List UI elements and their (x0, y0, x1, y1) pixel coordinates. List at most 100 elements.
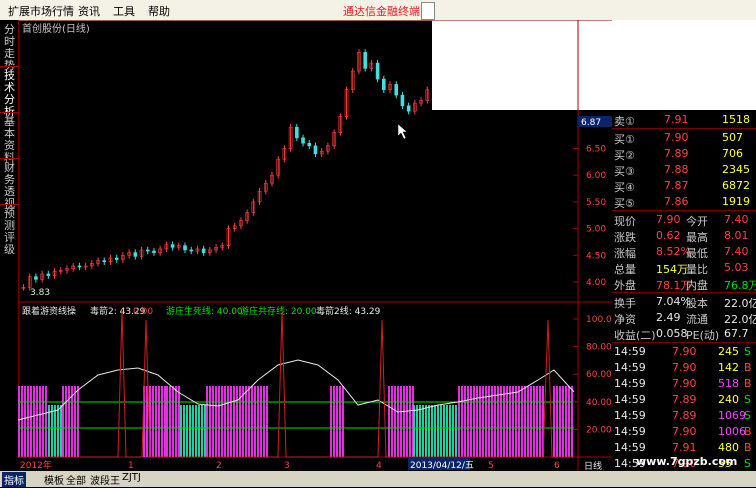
sidebar-tab-finance[interactable]: 财务透视 (4, 162, 16, 210)
indicator-value: 0.00 (133, 307, 153, 317)
menu-extended-market[interactable]: 扩展市场行情 (8, 3, 74, 19)
mouse-cursor-icon (397, 123, 408, 140)
indicator-bar (388, 386, 390, 457)
indicator-bar (336, 386, 338, 457)
time-axis: 2012年 1 2 3 4 5 6 (20, 459, 560, 471)
candle-body (170, 244, 175, 248)
quote-cell: S (744, 393, 751, 406)
quote-cell: 154万 (656, 263, 688, 276)
stat-row[interactable]: 总量 154万 量比 5.03 (612, 260, 756, 276)
tab-indicator[interactable]: 指标 (2, 472, 26, 487)
indicator-bar (416, 405, 418, 457)
indicator-bar (342, 386, 344, 457)
stat-row[interactable]: 涨幅 8.52% 最低 7.40 (612, 244, 756, 260)
indicator-bar (562, 386, 564, 457)
buy-row[interactable]: 买⑤ 7.86 1919 (612, 194, 756, 210)
sidebar-tab-rating[interactable]: 预测评级 (4, 208, 16, 256)
chart-area[interactable]: 首创股份(日线) 3.83 6.50 6.00 5.50 5.00 4.50 4.00 6… (18, 20, 612, 471)
stat-row[interactable]: 外盘 78.1万 内盘 76.8万 (612, 276, 756, 292)
promo-link[interactable]: 通达信金融终端 (343, 3, 420, 19)
window-icon[interactable] (421, 2, 435, 20)
indicator-bar (195, 405, 197, 457)
menu-tools[interactable]: 工具 (113, 3, 135, 19)
quote-cell: 最高 (686, 231, 708, 244)
indicator-bar (218, 386, 220, 457)
tick-row[interactable]: 14:59 7.91 480 B (612, 440, 756, 456)
tick-row[interactable]: 14:59 7.89 1069 S (612, 408, 756, 424)
buy-row[interactable]: 买④ 7.87 6872 (612, 178, 756, 194)
indicator-bar (24, 386, 26, 457)
candle-body (46, 273, 51, 276)
tab-template[interactable]: 模板 (42, 472, 66, 487)
time-label: 4 (376, 461, 382, 471)
quote-cell: 涨幅 (614, 247, 636, 260)
buy-row[interactable]: 买① 7.90 507 (612, 130, 756, 146)
indicator-bar (230, 386, 232, 457)
extra-row[interactable]: 换手 7.04% 股本 22.0亿 (612, 294, 756, 310)
sidebar-tab-intraday[interactable]: 分时走势 (4, 24, 16, 72)
indicator-bar (18, 386, 20, 457)
indicator-bar (512, 386, 514, 457)
quote-cell: 1518 (722, 113, 750, 126)
quote-cell: 卖① (614, 115, 635, 128)
tick-row[interactable]: 14:59 7.90 245 S (612, 344, 756, 360)
buy-row[interactable]: 买③ 7.88 2345 (612, 162, 756, 178)
tab-zjtj[interactable]: ZJTJ (120, 472, 143, 483)
quote-cell: 现价 (614, 215, 636, 228)
tick-row[interactable]: 14:59 7.90 142 B (612, 360, 756, 376)
quote-cell: 76.8万 (724, 279, 756, 292)
tab-all[interactable]: 全部 (64, 472, 88, 487)
indicator-value: 毒箭2线: 43.29 (316, 305, 381, 317)
indicator-bar (443, 405, 445, 457)
sell-row[interactable]: 卖① 7.91 1518 (612, 112, 756, 128)
sidebar-divider (0, 204, 18, 205)
tab-band-king[interactable]: 波段王 (88, 472, 122, 487)
price-tick-label: 5.50 (586, 198, 606, 208)
period-label[interactable]: 日线 (584, 460, 602, 471)
quote-cell: 7.90 (672, 425, 697, 438)
tick-row[interactable]: 14:59 7.89 240 S (612, 392, 756, 408)
indicator-bar (559, 386, 561, 457)
quote-cell: 7.90 (664, 131, 689, 144)
time-label: 6 (554, 461, 560, 471)
indicator-bar (422, 405, 424, 457)
quote-cell: 2345 (722, 163, 750, 176)
quote-cell: 0.058 (656, 327, 688, 340)
quote-cell: 14:59 (614, 425, 646, 438)
quote-cell: 7.90 (672, 361, 697, 374)
sidebar-tab-fundamentals[interactable]: 基本资料 (4, 116, 16, 164)
indicator-bar (452, 405, 454, 457)
tick-row[interactable]: 14:59 7.90 518 B (612, 376, 756, 392)
indicator-bar (212, 386, 214, 457)
menu-news[interactable]: 资讯 (78, 3, 100, 19)
indicator-bar (242, 386, 244, 457)
indicator-bar (33, 386, 35, 457)
indicator-bar (536, 386, 538, 457)
stat-row[interactable]: 现价 7.90 今开 7.40 (612, 212, 756, 228)
sidebar-tab-technical[interactable]: 技术分析 (4, 70, 16, 118)
quote-cell: 外盘 (614, 279, 636, 292)
quote-cell: 67.7 (724, 327, 749, 340)
menu-help[interactable]: 帮助 (148, 3, 170, 19)
indicator-bar (260, 386, 262, 457)
indicator-bar (39, 386, 41, 457)
quote-cell: 240 (718, 393, 739, 406)
indicator-tick-label: 60.00 (586, 370, 612, 380)
extra-row[interactable]: 净资 2.49 流通 22.0亿 (612, 310, 756, 326)
indicator-bar (530, 386, 532, 457)
extra-row[interactable]: 收益(二) 0.058 PE(动) 67.7 (612, 326, 756, 342)
indicator-bar (27, 386, 29, 457)
quote-cell: 7.86 (664, 195, 689, 208)
quote-cell: 14:59 (614, 409, 646, 422)
indicator-bar (77, 386, 79, 457)
tick-row[interactable]: 14:59 7.90 1006 B (612, 424, 756, 440)
quote-cell: 142 (718, 361, 739, 374)
indicator-name: 跟着游资线操 (22, 305, 76, 317)
quote-cell: 14:59 (614, 345, 646, 358)
quote-cell: 买② (614, 149, 635, 162)
buy-row[interactable]: 买② 7.89 706 (612, 146, 756, 162)
stat-row[interactable]: 涨跌 0.62 最高 8.01 (612, 228, 756, 244)
quote-cell: B (744, 425, 752, 438)
quote-cell: 8.01 (724, 229, 749, 242)
indicator-bar (473, 386, 475, 457)
